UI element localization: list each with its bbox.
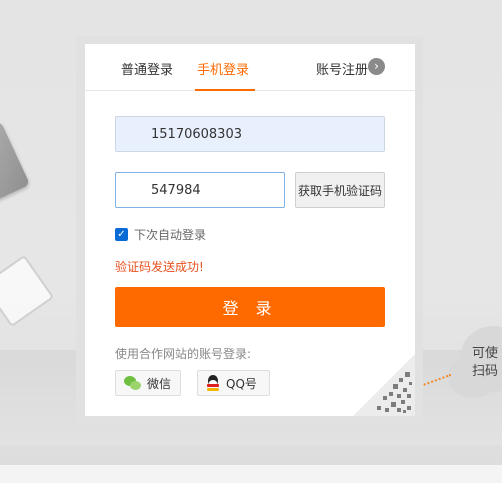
tab-normal-login[interactable]: 普通登录 [121, 59, 173, 78]
qq-penguin-icon [206, 375, 220, 391]
active-tab-indicator [195, 89, 255, 91]
qr-hint-line-2: 扫码 [472, 364, 499, 379]
wechat-icon [124, 376, 141, 390]
wechat-login-label: 微信 [147, 376, 172, 391]
get-sms-code-button[interactable]: 获取手机验证码 [295, 172, 385, 208]
qr-hint-line-1: 可使 [472, 346, 499, 361]
page-footer-strip [0, 465, 502, 483]
partner-login-label: 使用合作网站的账号登录: [115, 347, 252, 361]
login-button[interactable]: 登 录 [115, 287, 385, 327]
code-sent-message: 验证码发送成功! [115, 260, 204, 274]
wechat-login-button[interactable]: 微信 [115, 370, 181, 396]
register-link[interactable]: 账号注册 [316, 59, 368, 78]
qq-login-button[interactable]: QQ号 [197, 370, 270, 396]
tab-phone-login[interactable]: 手机登录 [197, 59, 249, 78]
qr-hint-text: 可使 扫码 [472, 345, 498, 381]
auto-login-label: 下次自动登录 [134, 228, 207, 242]
phone-number-input[interactable] [115, 116, 385, 152]
chevron-right-icon[interactable]: › [368, 58, 385, 75]
auto-login-option[interactable]: ✓ 下次自动登录 [115, 226, 206, 243]
verification-code-input[interactable] [115, 172, 285, 208]
qr-code-icon[interactable] [353, 354, 415, 416]
login-tabs: 普通登录 手机登录 账号注册 › [85, 44, 415, 91]
qq-login-label: QQ号 [226, 376, 257, 391]
auto-login-checkbox[interactable]: ✓ [115, 228, 128, 241]
login-card: 普通登录 手机登录 账号注册 › 获取手机验证码 ✓ 下次自动登录 验证码发送成… [85, 44, 415, 416]
